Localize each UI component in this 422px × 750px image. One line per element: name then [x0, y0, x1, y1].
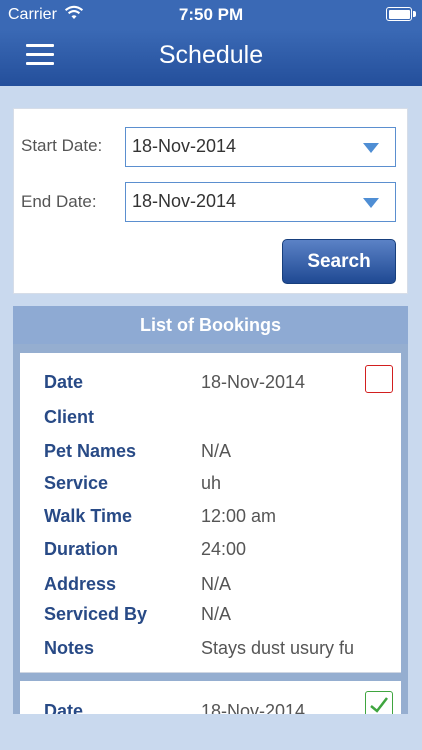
completed-checkbox[interactable] — [365, 365, 393, 393]
booking-row-date: Date 18-Nov-2014 — [44, 701, 384, 714]
end-date-label: End Date: — [21, 192, 97, 211]
search-button[interactable]: Search — [282, 239, 396, 284]
bookings-list: List of Bookings Date 18-Nov-2014 Client… — [13, 306, 408, 714]
page-title: Schedule — [158, 41, 264, 69]
clock: 7:50 PM — [178, 5, 244, 24]
start-date-value: 18-Nov-2014 — [132, 136, 237, 156]
booking-row-date: Date 18-Nov-2014 — [44, 372, 384, 402]
serviced-by-label: Serviced By — [44, 604, 148, 624]
battery-icon — [386, 7, 412, 21]
end-date-value: 18-Nov-2014 — [132, 191, 237, 211]
serviced-by-value: N/A — [201, 604, 232, 624]
end-date-dropdown[interactable]: 18-Nov-2014 — [125, 182, 396, 222]
service-label: Service — [44, 473, 109, 493]
booking-row-walk-time: Walk Time 12:00 am — [44, 506, 384, 536]
pet-names-label: Pet Names — [44, 441, 137, 461]
notes-label: Notes — [44, 638, 95, 658]
duration-label: Duration — [44, 539, 118, 559]
date-label: Date — [44, 372, 84, 392]
start-date-label: Start Date: — [21, 136, 103, 155]
booking-row-pets: Pet Names N/A — [44, 441, 384, 471]
booking-card[interactable]: Date 18-Nov-2014 — [20, 681, 401, 714]
booking-card[interactable]: Date 18-Nov-2014 Client Pet Names N/A Se… — [20, 353, 401, 673]
service-value: uh — [201, 473, 222, 493]
battery-tip — [413, 11, 416, 17]
booking-row-notes: Notes Stays dust usury fu — [44, 638, 384, 668]
bookings-header: List of Bookings — [13, 306, 408, 344]
caret-down-icon — [363, 198, 379, 208]
start-date-dropdown[interactable]: 18-Nov-2014 — [125, 127, 396, 167]
booking-row-service: Service uh — [44, 473, 384, 503]
booking-row-duration: Duration 24:00 — [44, 539, 384, 569]
completed-checkbox[interactable] — [365, 691, 393, 714]
date-value: 18-Nov-2014 — [201, 701, 306, 714]
status-bar: Carrier 7:50 PM — [0, 0, 422, 30]
address-label: Address — [44, 574, 117, 594]
caret-down-icon — [363, 143, 379, 153]
duration-value: 24:00 — [201, 539, 247, 559]
pet-names-value: N/A — [201, 441, 232, 461]
checkmark-icon — [370, 697, 388, 713]
notes-value: Stays dust usury fu — [201, 638, 355, 658]
booking-row-client: Client — [44, 407, 384, 437]
walk-time-label: Walk Time — [44, 506, 133, 526]
bottom-background — [0, 714, 422, 750]
date-value: 18-Nov-2014 — [201, 372, 306, 392]
booking-row-address: Address N/A — [44, 574, 384, 604]
client-label: Client — [44, 407, 95, 427]
search-panel: Start Date: 18-Nov-2014 End Date: 18-Nov… — [13, 108, 408, 294]
nav-bar: Schedule — [0, 30, 422, 86]
date-label: Date — [44, 701, 84, 714]
address-value: N/A — [201, 574, 232, 594]
booking-row-serviced-by: Serviced By N/A — [44, 604, 384, 634]
walk-time-value: 12:00 am — [201, 506, 277, 526]
